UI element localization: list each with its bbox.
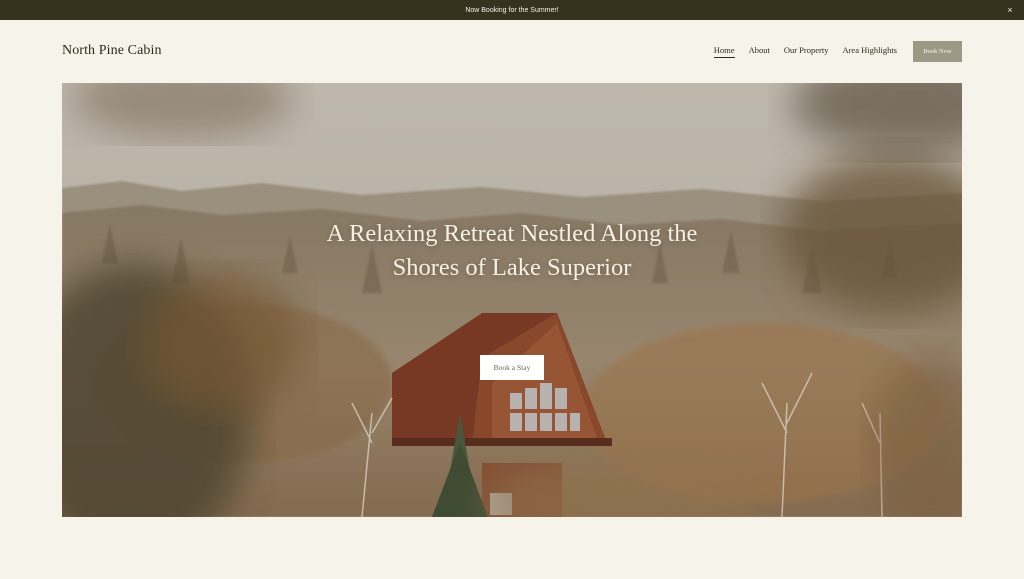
hero-title-line2: Shores of Lake Superior [392,254,632,281]
nav-about[interactable]: About [749,45,770,57]
announcement-bar: Now Booking for the Summer! × [0,0,1024,20]
main-nav: Home About Our Property Area Highlights … [700,40,962,62]
close-icon[interactable]: × [1004,4,1016,16]
hero-photo [62,83,962,517]
hero-section: A Relaxing Retreat Nestled Along the Sho… [62,83,962,517]
hero-title: A Relaxing Retreat Nestled Along the Sho… [62,217,962,285]
book-a-stay-button[interactable]: Book a Stay [480,355,544,380]
site-title[interactable]: North Pine Cabin [62,43,162,59]
announcement-text: Now Booking for the Summer! [465,6,559,14]
nav-home[interactable]: Home [713,45,735,58]
nav-area-highlights[interactable]: Area Highlights [842,45,897,57]
nav-our-property[interactable]: Our Property [784,45,829,57]
site-header: North Pine Cabin Home About Our Property… [62,38,962,64]
hero-title-line1: A Relaxing Retreat Nestled Along the [326,220,698,247]
book-now-button[interactable]: Book Now [913,40,962,62]
